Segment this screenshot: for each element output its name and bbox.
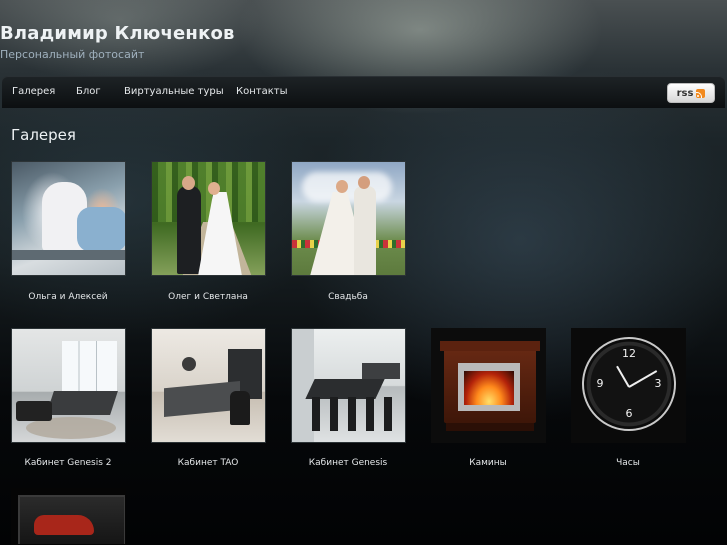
gallery-thumb-wedding[interactable] [291,161,406,276]
photo-detail [182,357,196,371]
nav-item-contacts[interactable]: Контакты [236,76,287,108]
rss-button[interactable]: rss [667,83,715,103]
photo-detail [312,397,392,431]
gallery-caption[interactable]: Кабинет Genesis 2 [0,458,138,468]
photo-detail [305,379,385,399]
gallery-thumb-genesis[interactable] [291,328,406,443]
photo-detail [62,341,117,391]
gallery-caption[interactable]: Кабинет TAO [138,458,278,468]
photo-detail [354,186,376,275]
gallery-caption[interactable]: Камины [418,458,558,468]
clock-numeral: 3 [654,377,662,390]
photo-detail [12,250,125,260]
gallery-caption[interactable]: Кабинет Genesis [278,458,418,468]
main-navigation: Галерея Блог Виртуальные туры Контакты r… [2,76,725,108]
gallery-thumb-tao[interactable] [151,328,266,443]
page-heading: Галерея [11,126,76,144]
gallery-caption[interactable]: Свадьба [278,292,418,302]
photo-detail [208,182,220,195]
photo-detail [77,207,125,252]
gallery-thumb-olga-alexey[interactable] [11,161,126,276]
photo-detail [16,401,52,421]
clock-numeral: 9 [596,377,604,390]
gallery-thumb-fireplaces[interactable] [431,328,546,443]
gallery-thumb-tv[interactable] [11,488,126,545]
photo-detail [177,186,201,274]
nav-item-virtual-tours[interactable]: Виртуальные туры [124,76,224,108]
rss-label: rss [676,87,694,99]
photo-detail [446,423,534,431]
site-title[interactable]: Владимир Ключенков [0,23,235,44]
photo-detail [230,391,250,425]
clock-numeral: 6 [625,407,633,420]
gallery-caption[interactable]: Часы [558,458,698,468]
photo-detail [182,176,195,190]
photo-detail [362,363,400,379]
clock-numeral: 12 [622,347,636,360]
photo-detail [46,391,118,415]
gallery-thumb-clocks[interactable]: 12 3 6 9 [571,328,686,443]
gallery-thumb-oleg-svetlana[interactable] [151,161,266,276]
site-tagline: Персональный фотосайт [0,48,145,61]
nav-item-blog[interactable]: Блог [76,76,101,108]
photo-detail [34,515,94,535]
photo-detail [336,180,348,193]
gallery-caption[interactable]: Олег и Светлана [138,292,278,302]
gallery-thumb-genesis-2[interactable] [11,328,126,443]
fire-icon [464,371,514,405]
photo-detail [164,381,240,417]
photo-detail [440,341,540,351]
gallery-caption[interactable]: Ольга и Алексей [0,292,138,302]
nav-item-gallery[interactable]: Галерея [12,76,55,108]
photo-detail [358,176,370,189]
rss-feed-icon [696,88,706,98]
